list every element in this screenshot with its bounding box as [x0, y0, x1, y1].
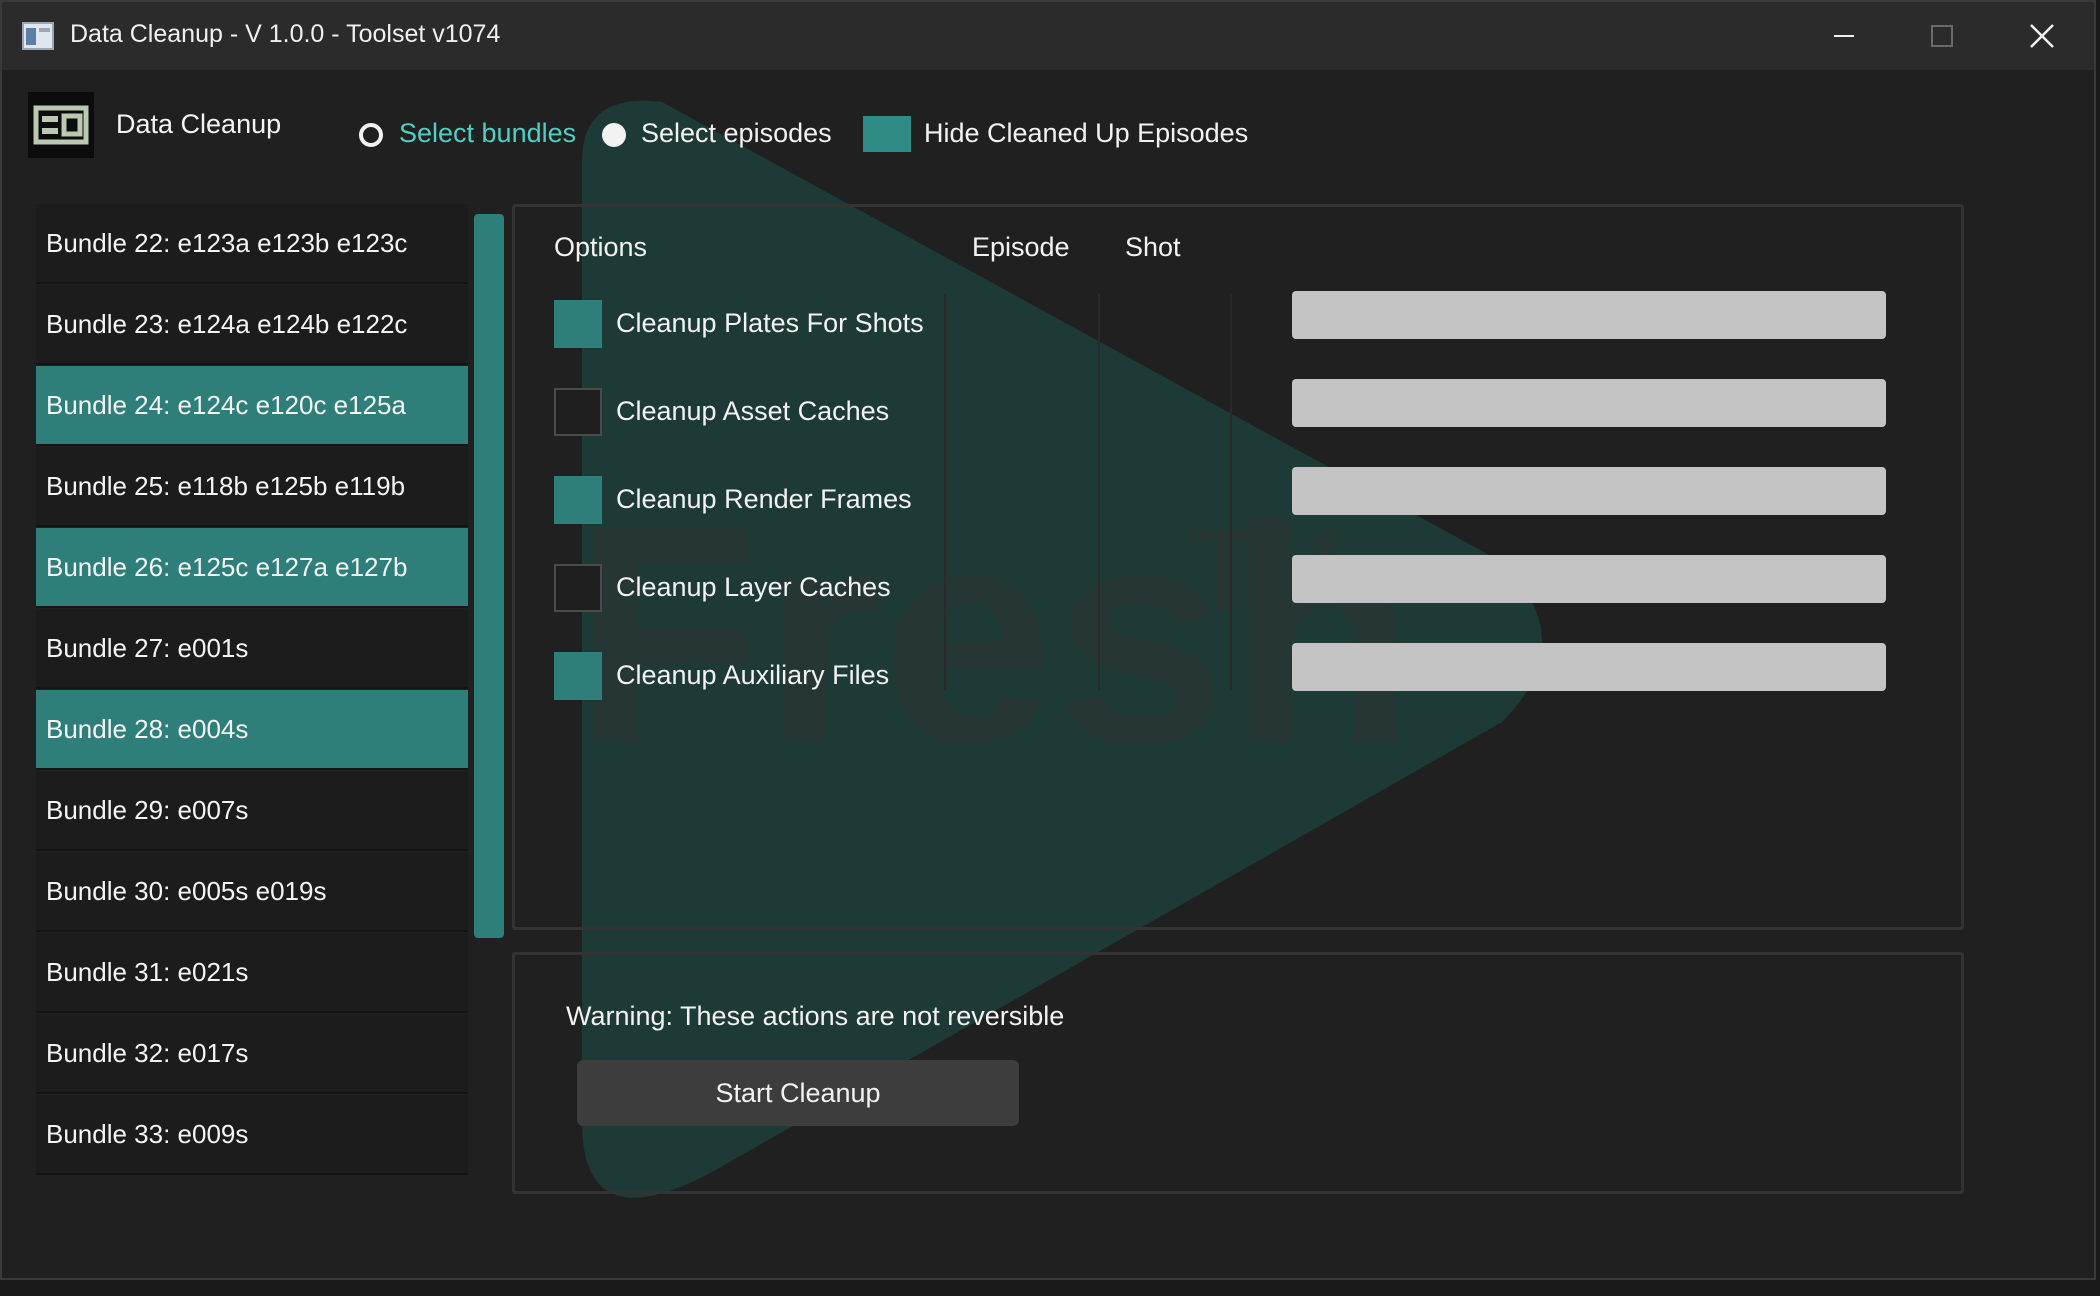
hide-cleaned-label[interactable]: Hide Cleaned Up Episodes	[924, 118, 1248, 149]
cleanup-render-frames-checkbox[interactable]	[554, 476, 602, 524]
column-divider	[1230, 294, 1232, 690]
bundle-item[interactable]: Bundle 28: e004s	[36, 690, 468, 770]
bundle-label: Bundle 28: e004s	[46, 713, 249, 744]
cleanup-plates-checkbox[interactable]	[554, 300, 602, 348]
bundle-label: Bundle 31: e021s	[46, 956, 249, 987]
select-episodes-radio[interactable]	[602, 123, 626, 147]
options-header: Options	[554, 232, 648, 262]
cleanup-layer-caches-label[interactable]: Cleanup Layer Caches	[616, 572, 891, 603]
app-window-icon	[22, 22, 54, 50]
cleanup-layer-caches-checkbox[interactable]	[554, 564, 602, 612]
bundle-label: Bundle 24: e124c e120c e125a	[46, 389, 406, 420]
bundle-label: Bundle 30: e005s e019s	[46, 875, 327, 906]
maximize-icon	[1931, 25, 1953, 47]
bundle-label: Bundle 29: e007s	[46, 794, 249, 825]
cleanup-auxiliary-files-checkbox[interactable]	[554, 652, 602, 700]
cleanup-asset-caches-progress	[1292, 379, 1886, 427]
bundle-item[interactable]: Bundle 31: e021s	[36, 933, 468, 1013]
bundle-list[interactable]: Bundle 22: e123a e123b e123c Bundle 23: …	[36, 204, 468, 1190]
minimize-button[interactable]	[1814, 14, 1874, 58]
close-button[interactable]	[2012, 14, 2072, 58]
bundle-item[interactable]: Bundle 24: e124c e120c e125a	[36, 366, 468, 446]
bundle-label: Bundle 26: e125c e127a e127b	[46, 551, 408, 582]
bundle-item[interactable]: Bundle 25: e118b e125b e119b	[36, 447, 468, 527]
bundle-item[interactable]: Bundle 30: e005s e019s	[36, 852, 468, 932]
cleanup-asset-caches-label[interactable]: Cleanup Asset Caches	[616, 396, 889, 427]
app-name: Data Cleanup	[116, 109, 282, 139]
bundle-label: Bundle 25: e118b e125b e119b	[46, 470, 406, 501]
logo-mark	[33, 105, 89, 145]
bundle-label: Bundle 27: e001s	[46, 632, 249, 663]
column-divider	[1098, 294, 1100, 690]
app-logo	[28, 92, 94, 158]
select-episodes-label[interactable]: Select episodes	[641, 118, 832, 149]
bundle-label: Bundle 32: e017s	[46, 1037, 249, 1068]
bundle-item[interactable]: Bundle 23: e124a e124b e122c	[36, 285, 468, 365]
cleanup-plates-progress	[1292, 291, 1886, 339]
select-bundles-radio[interactable]	[359, 123, 383, 147]
start-cleanup-button[interactable]: Start Cleanup	[577, 1060, 1019, 1126]
cleanup-auxiliary-files-progress	[1292, 643, 1886, 691]
bundle-list-scrollbar[interactable]	[474, 214, 504, 938]
bundle-item[interactable]: Bundle 33: e009s	[36, 1095, 468, 1175]
title-bar[interactable]: Data Cleanup - V 1.0.0 - Toolset v1074	[2, 2, 2094, 70]
bundle-item[interactable]: Bundle 29: e007s	[36, 771, 468, 851]
cleanup-auxiliary-files-label[interactable]: Cleanup Auxiliary Files	[616, 660, 889, 691]
window-title: Data Cleanup - V 1.0.0 - Toolset v1074	[70, 20, 501, 48]
select-bundles-label[interactable]: Select bundles	[399, 118, 576, 149]
warning-text: Warning: These actions are not reversibl…	[566, 1001, 1065, 1031]
cleanup-render-frames-progress	[1292, 467, 1886, 515]
cleanup-plates-label[interactable]: Cleanup Plates For Shots	[616, 308, 924, 339]
close-icon	[2030, 24, 2054, 48]
shot-header: Shot	[1125, 232, 1181, 262]
bundle-item[interactable]: Bundle 32: e017s	[36, 1014, 468, 1094]
bundle-label: Bundle 23: e124a e124b e122c	[46, 308, 408, 339]
column-divider	[944, 294, 946, 690]
cleanup-layer-caches-progress	[1292, 555, 1886, 603]
cleanup-asset-caches-checkbox[interactable]	[554, 388, 602, 436]
bundle-item[interactable]: Bundle 26: e125c e127a e127b	[36, 528, 468, 608]
app-window: Data Cleanup - V 1.0.0 - Toolset v1074 F…	[0, 0, 2096, 1280]
maximize-button[interactable]	[1912, 14, 1972, 58]
episode-header: Episode	[972, 232, 1070, 262]
bundle-label: Bundle 33: e009s	[46, 1118, 249, 1149]
bundle-item[interactable]: Bundle 27: e001s	[36, 609, 468, 689]
minimize-icon	[1834, 35, 1854, 37]
bundle-item[interactable]: Bundle 22: e123a e123b e123c	[36, 204, 468, 284]
cleanup-render-frames-label[interactable]: Cleanup Render Frames	[616, 484, 912, 515]
bundle-label: Bundle 22: e123a e123b e123c	[46, 227, 408, 258]
hide-cleaned-checkbox[interactable]	[863, 116, 911, 152]
